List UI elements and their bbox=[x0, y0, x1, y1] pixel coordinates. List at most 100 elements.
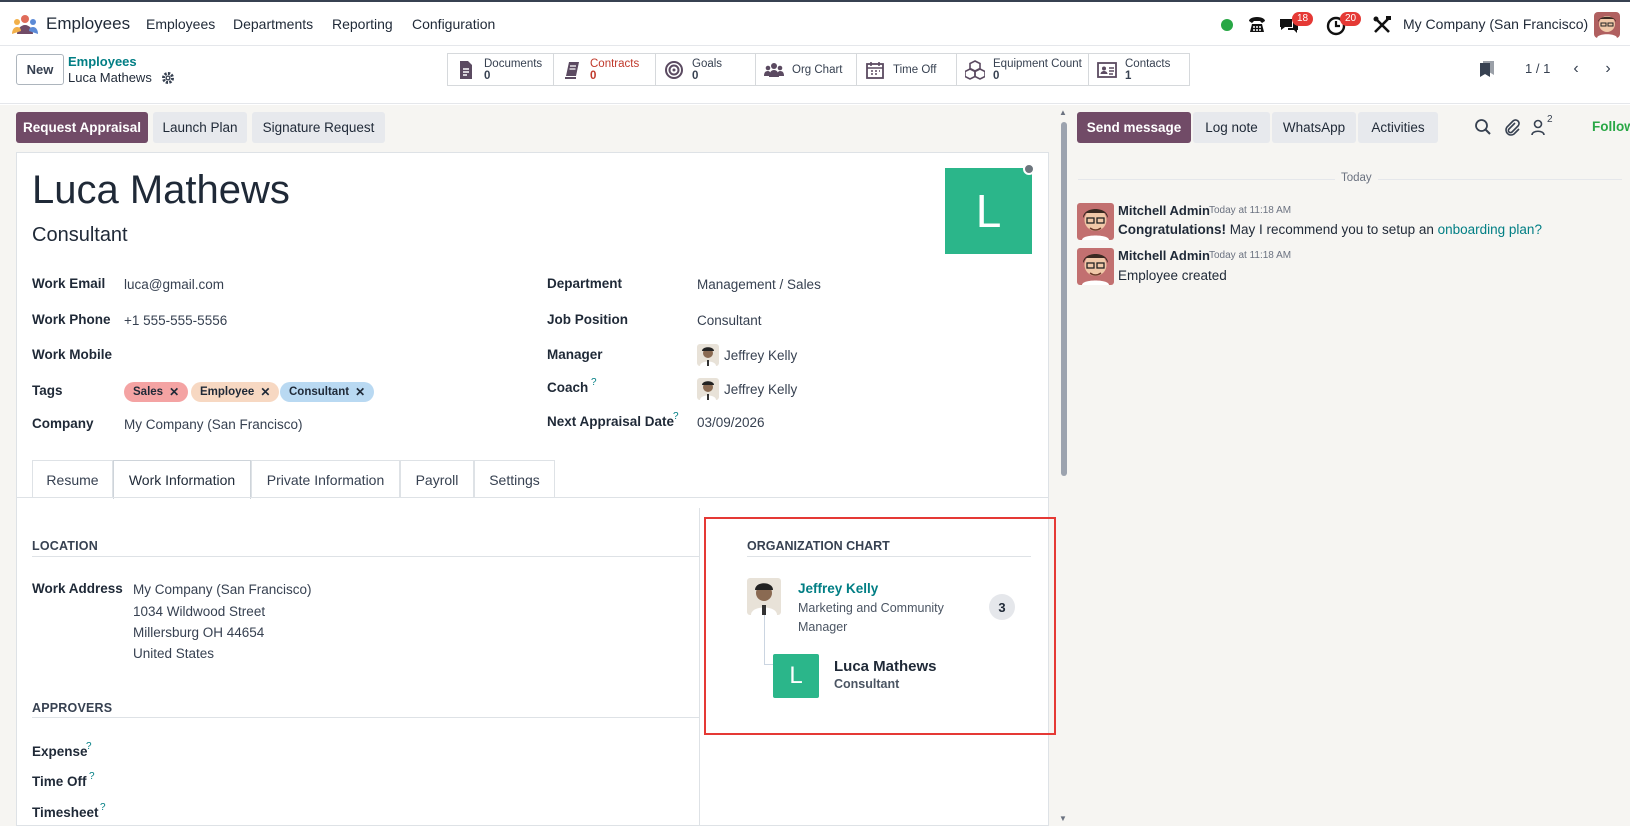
signature-request-button[interactable]: Signature Request bbox=[252, 112, 385, 143]
help-icon[interactable]: ? bbox=[673, 411, 679, 422]
help-icon[interactable]: ? bbox=[100, 802, 106, 813]
whatsapp-button[interactable]: WhatsApp bbox=[1272, 112, 1356, 143]
tag-employee[interactable]: Employee ✕ bbox=[191, 382, 280, 402]
tag-sales[interactable]: Sales ✕ bbox=[124, 382, 189, 402]
activities-button[interactable]: Activities bbox=[1358, 112, 1438, 143]
department-field[interactable]: Management / Sales bbox=[697, 277, 821, 292]
org-chart-title: ORGANIZATION CHART bbox=[747, 539, 890, 553]
message-author-avatar[interactable] bbox=[1077, 203, 1114, 240]
tags-label: Tags bbox=[32, 383, 63, 398]
following-button[interactable]: Following bbox=[1592, 119, 1630, 134]
help-icon[interactable]: ? bbox=[86, 741, 92, 752]
people-group-icon bbox=[764, 62, 784, 77]
smart-button-equipment-count[interactable]: Equipment Count 0 bbox=[957, 54, 1089, 85]
employees-app-icon[interactable] bbox=[12, 14, 38, 34]
work-mobile-field[interactable] bbox=[124, 347, 484, 365]
smart-button-contacts[interactable]: Contacts 1 bbox=[1089, 54, 1189, 85]
work-address-label: Work Address bbox=[32, 581, 123, 596]
user-avatar[interactable] bbox=[1594, 12, 1620, 38]
coach-field[interactable]: Jeffrey Kelly bbox=[724, 382, 797, 397]
org-manager-name[interactable]: Jeffrey Kelly bbox=[798, 581, 878, 596]
new-button[interactable]: New bbox=[16, 54, 64, 85]
job-position-label: Job Position bbox=[547, 312, 628, 327]
smart-button-goals[interactable]: Goals 0 bbox=[656, 54, 756, 85]
work-phone-label: Work Phone bbox=[32, 312, 111, 327]
work-email-field[interactable]: luca@gmail.com bbox=[124, 277, 224, 292]
job-position-field[interactable]: Consultant bbox=[697, 313, 762, 328]
contact-card-icon bbox=[1097, 61, 1117, 78]
manager-field[interactable]: Jeffrey Kelly bbox=[724, 348, 797, 363]
paperclip-icon[interactable] bbox=[1503, 118, 1521, 136]
next-appraisal-label: Next Appraisal Date bbox=[547, 414, 675, 429]
breadcrumb-employees[interactable]: Employees bbox=[68, 54, 137, 69]
message-author-avatar[interactable] bbox=[1077, 248, 1114, 285]
request-appraisal-button[interactable]: Request Appraisal bbox=[16, 112, 148, 143]
tab-work-information[interactable]: Work Information bbox=[113, 460, 251, 499]
message-time: Today at 11:18 AM bbox=[1209, 205, 1292, 216]
phone-icon[interactable] bbox=[1246, 14, 1268, 36]
menu-departments[interactable]: Departments bbox=[233, 16, 313, 32]
scroll-down-arrow-icon[interactable]: ▼ bbox=[1059, 814, 1067, 823]
launch-plan-button[interactable]: Launch Plan bbox=[153, 112, 247, 143]
close-icon[interactable]: ✕ bbox=[169, 385, 179, 399]
gear-icon[interactable] bbox=[161, 71, 175, 85]
org-manager-avatar[interactable] bbox=[747, 578, 781, 615]
scroll-up-arrow-icon[interactable]: ▲ bbox=[1059, 108, 1067, 117]
send-message-button[interactable]: Send message bbox=[1077, 112, 1191, 143]
menu-reporting[interactable]: Reporting bbox=[332, 16, 393, 32]
message-author[interactable]: Mitchell Admin bbox=[1118, 203, 1210, 218]
org-self-name: Luca Mathews bbox=[834, 658, 937, 675]
smart-button-documents[interactable]: Documents 0 bbox=[448, 54, 554, 85]
followers-count: 2 bbox=[1547, 114, 1553, 125]
company-switcher[interactable]: My Company (San Francisco) bbox=[1403, 16, 1588, 32]
search-icon[interactable] bbox=[1474, 118, 1492, 136]
target-icon bbox=[665, 60, 683, 79]
pager-previous-button[interactable]: ‹ bbox=[1562, 54, 1590, 84]
work-phone-field[interactable]: +1 555-555-5556 bbox=[124, 313, 227, 328]
company-label: Company bbox=[32, 416, 94, 431]
onboarding-plan-link[interactable]: onboarding plan? bbox=[1438, 222, 1542, 237]
message-author[interactable]: Mitchell Admin bbox=[1118, 248, 1210, 263]
close-icon[interactable]: ✕ bbox=[355, 385, 365, 399]
expense-label: Expense bbox=[32, 744, 88, 759]
smart-button-count: 0 bbox=[692, 69, 699, 82]
tab-settings[interactable]: Settings bbox=[474, 460, 555, 498]
department-label: Department bbox=[547, 276, 623, 291]
smart-button-time-off[interactable]: Time Off bbox=[857, 54, 957, 85]
debug-tools-icon[interactable] bbox=[1371, 14, 1393, 36]
tag-consultant[interactable]: Consultant ✕ bbox=[280, 382, 375, 402]
tab-private-information[interactable]: Private Information bbox=[251, 460, 400, 498]
message-bold-text: Congratulations! bbox=[1118, 222, 1226, 237]
next-appraisal-field[interactable]: 03/09/2026 bbox=[697, 415, 765, 430]
help-icon[interactable]: ? bbox=[591, 377, 597, 388]
section-divider bbox=[747, 556, 1031, 557]
employee-avatar[interactable]: L bbox=[945, 168, 1032, 254]
org-subordinates-count[interactable]: 3 bbox=[989, 594, 1015, 620]
employee-job-title[interactable]: Consultant bbox=[32, 224, 128, 247]
employee-name[interactable]: Luca Mathews bbox=[32, 168, 290, 213]
work-address-line[interactable]: My Company (San Francisco) bbox=[133, 582, 312, 597]
tag-label: Consultant bbox=[289, 386, 350, 398]
close-icon[interactable]: ✕ bbox=[260, 385, 270, 399]
presence-status-icon bbox=[1023, 163, 1035, 175]
tab-resume[interactable]: Resume bbox=[32, 460, 113, 498]
help-icon[interactable]: ? bbox=[89, 771, 95, 782]
company-field[interactable]: My Company (San Francisco) bbox=[124, 417, 303, 432]
org-self-job: Consultant bbox=[834, 677, 900, 691]
smart-button-count: 0 bbox=[484, 69, 491, 82]
pager-next-button[interactable]: › bbox=[1594, 54, 1622, 84]
date-separator: Today bbox=[1335, 172, 1378, 184]
scrollbar-thumb[interactable] bbox=[1061, 122, 1067, 476]
top-navbar: Employees Employees Departments Reportin… bbox=[0, 0, 1630, 46]
bookmark-icon[interactable] bbox=[1480, 61, 1494, 77]
menu-configuration[interactable]: Configuration bbox=[412, 16, 495, 32]
smart-button-org-chart[interactable]: Org Chart bbox=[756, 54, 857, 85]
tab-payroll[interactable]: Payroll bbox=[400, 460, 474, 498]
pager-value[interactable]: 1 / 1 bbox=[1525, 61, 1550, 76]
log-note-button[interactable]: Log note bbox=[1193, 112, 1270, 143]
smart-button-contracts[interactable]: Contracts 0 bbox=[554, 54, 656, 85]
followers-icon[interactable] bbox=[1530, 118, 1548, 136]
menu-employees[interactable]: Employees bbox=[146, 16, 215, 32]
org-self-avatar: L bbox=[773, 654, 819, 698]
app-name[interactable]: Employees bbox=[46, 14, 130, 34]
